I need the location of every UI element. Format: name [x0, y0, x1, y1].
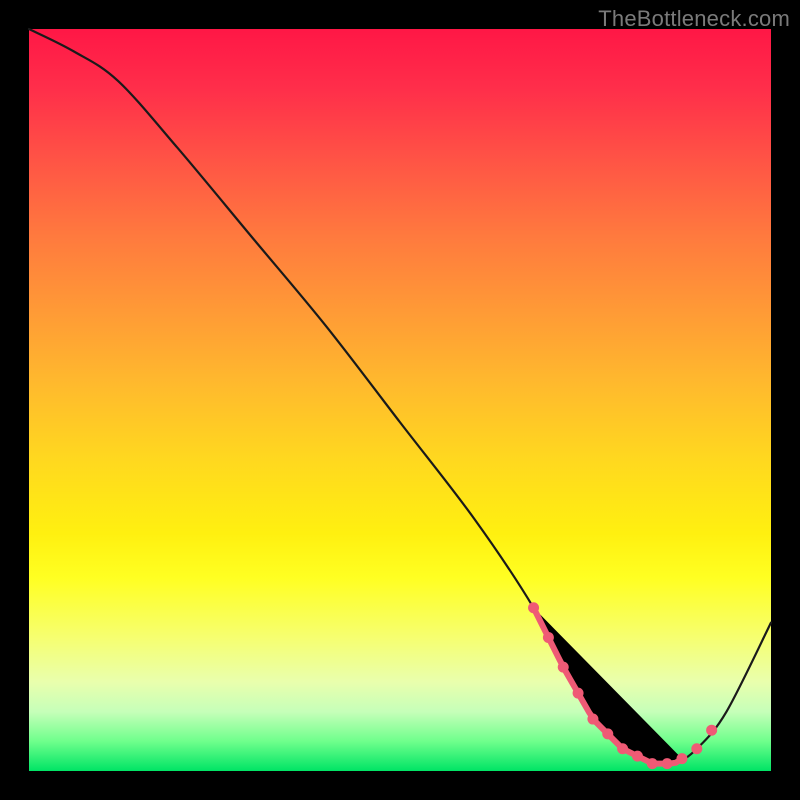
highlight-dot: [603, 729, 613, 739]
highlight-dot: [647, 759, 657, 769]
highlight-dot: [529, 603, 539, 613]
highlight-dot: [692, 744, 702, 754]
plot-area: [29, 29, 771, 771]
highlight-dot: [662, 759, 672, 769]
highlight-dot: [558, 662, 568, 672]
highlight-dot: [543, 632, 553, 642]
highlight-dot: [588, 714, 598, 724]
highlight-flat-segment: [534, 608, 682, 764]
curve-svg: [29, 29, 771, 771]
highlight-dot: [573, 688, 583, 698]
bottleneck-curve: [29, 29, 771, 765]
chart-frame: TheBottleneck.com: [0, 0, 800, 800]
highlight-dot: [618, 744, 628, 754]
highlight-dot: [707, 725, 717, 735]
highlight-group: [529, 603, 717, 769]
watermark-text: TheBottleneck.com: [598, 6, 790, 32]
highlight-dot: [677, 754, 687, 764]
highlight-dot: [632, 751, 642, 761]
